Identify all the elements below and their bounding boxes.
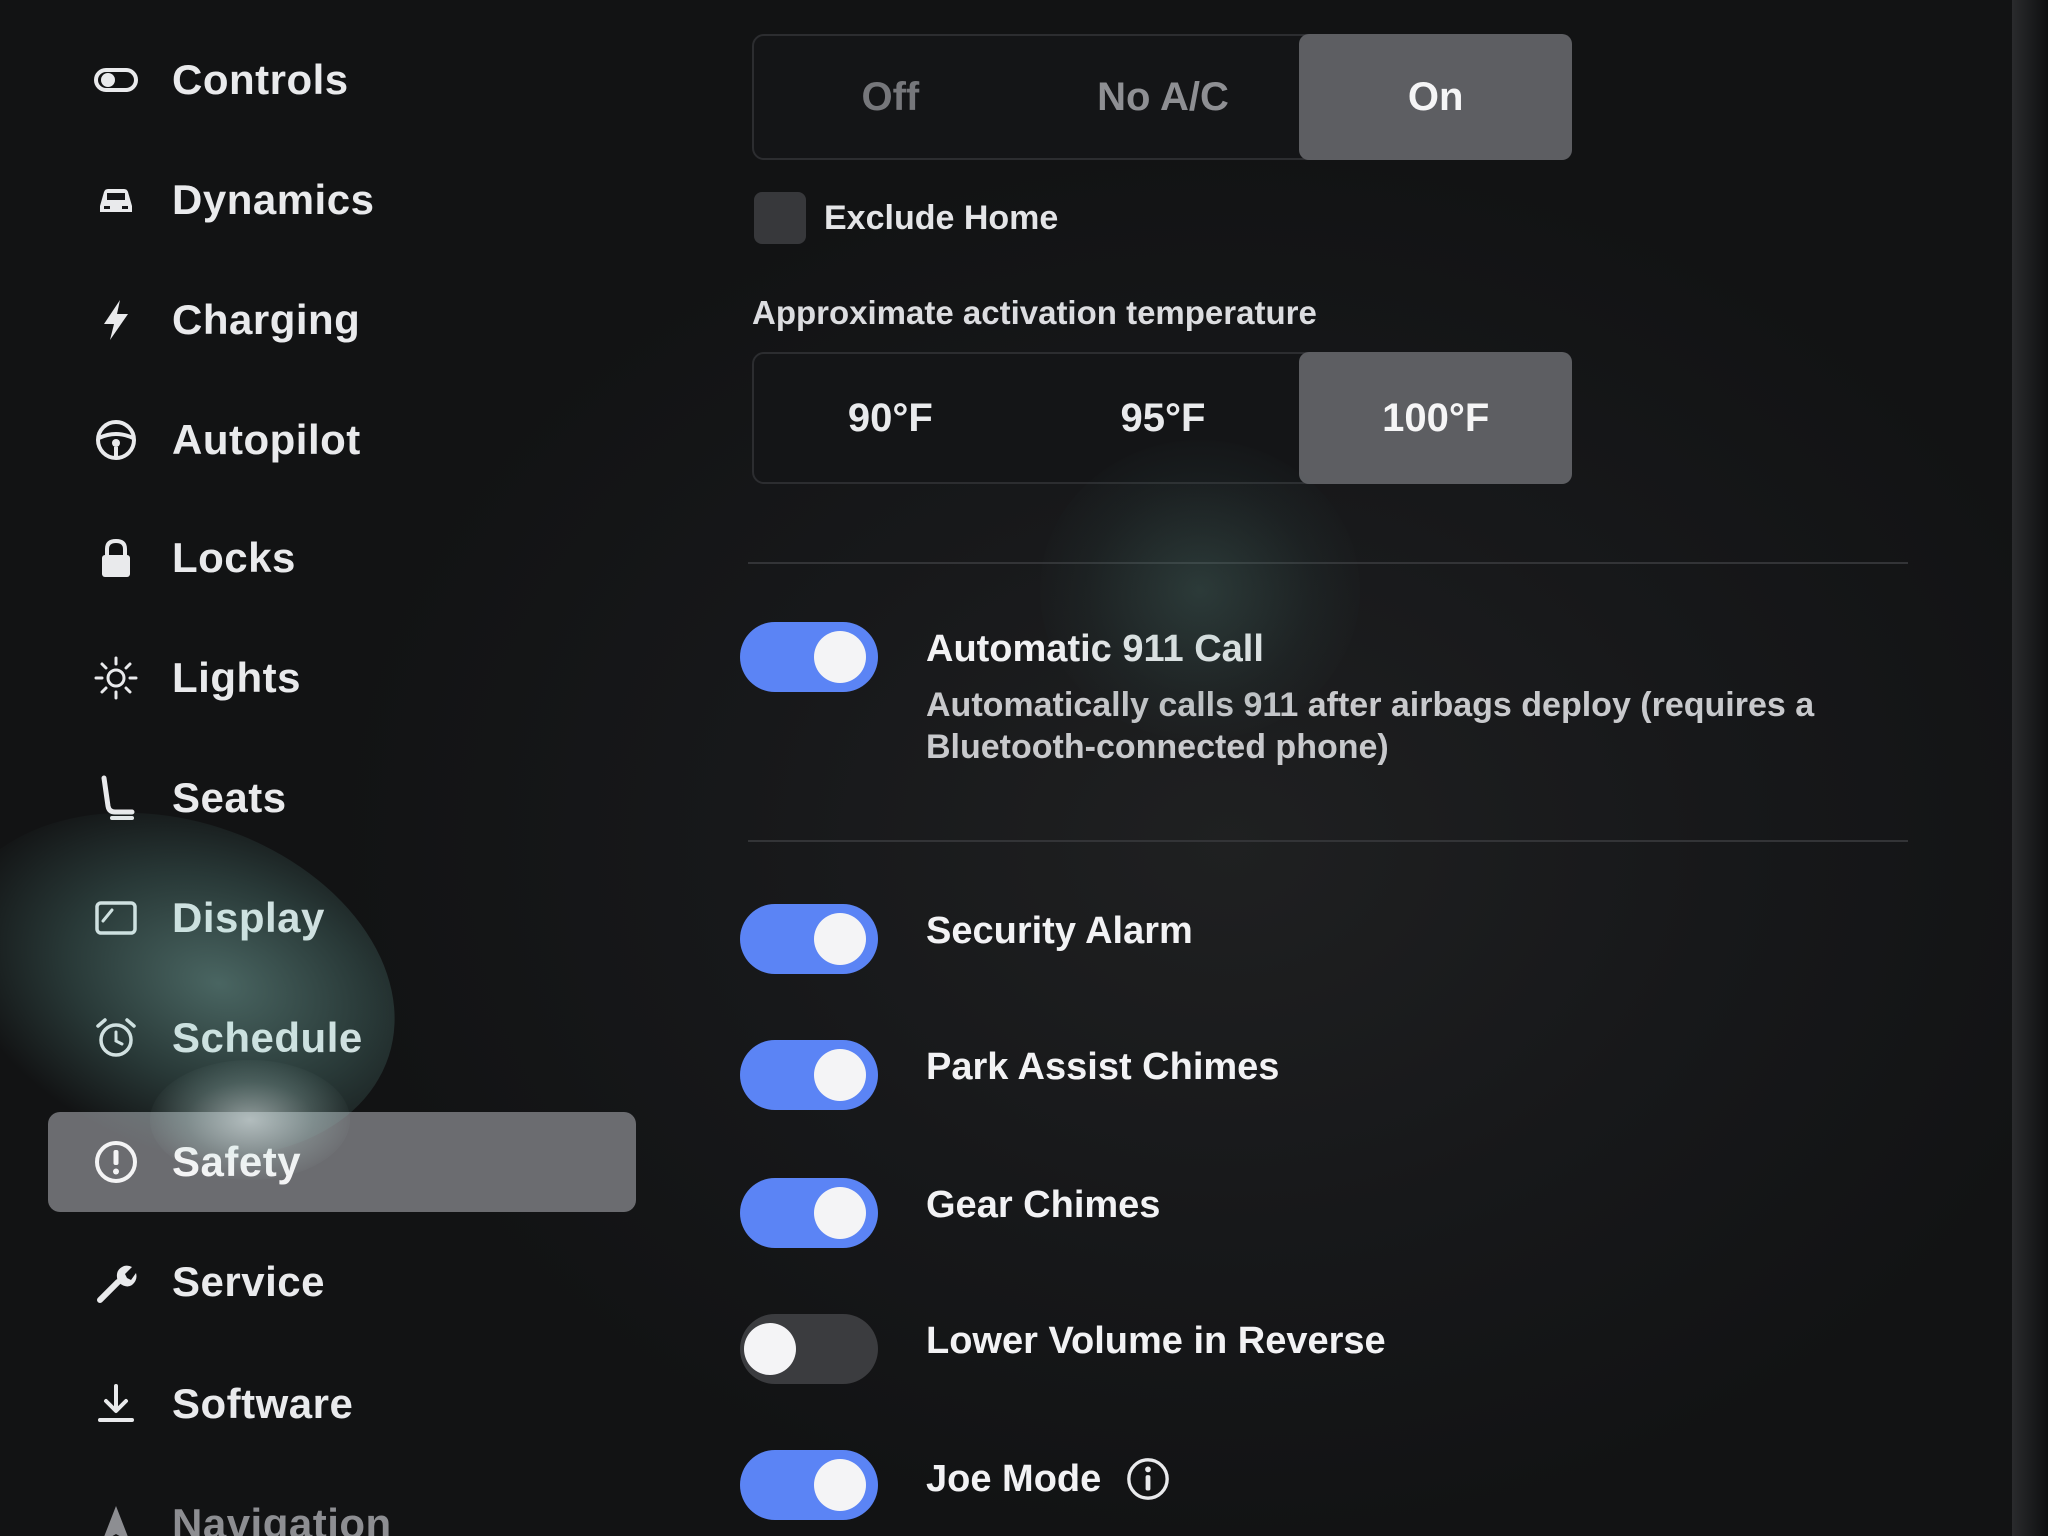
segment-100f[interactable]: 100°F: [1299, 352, 1573, 484]
park-assist-chimes-title: Park Assist Chimes: [926, 1046, 1280, 1088]
sidebar-item-label: Autopilot: [172, 416, 361, 463]
segment-on[interactable]: On: [1299, 34, 1573, 160]
segment-95f[interactable]: 95°F: [1027, 354, 1300, 482]
gear-chimes-toggle[interactable]: [740, 1178, 878, 1248]
lock-icon: [88, 530, 144, 586]
car-icon: [88, 172, 144, 228]
sidebar-item-autopilot[interactable]: Autopilot: [48, 390, 636, 490]
wrench-icon: [88, 1254, 144, 1310]
download-icon: [88, 1376, 144, 1432]
sidebar-item-software[interactable]: Software: [48, 1354, 636, 1454]
joe-mode-toggle[interactable]: [740, 1450, 878, 1520]
steering-wheel-icon: [88, 412, 144, 468]
automatic-911-call-row: Automatic 911 Call Automatically calls 9…: [740, 622, 1920, 772]
sidebar: Controls Dynamics Charging Autopilot Loc: [0, 0, 660, 1536]
activation-temperature-label: Approximate activation temperature: [752, 294, 1317, 331]
sidebar-item-dynamics[interactable]: Dynamics: [48, 150, 636, 250]
park-assist-chimes-toggle[interactable]: [740, 1040, 878, 1110]
toggle-knob: [814, 1049, 866, 1101]
lower-volume-in-reverse-row: Lower Volume in Reverse: [740, 1314, 1920, 1384]
security-alarm-title: Security Alarm: [926, 910, 1193, 952]
automatic-911-call-title: Automatic 911 Call: [926, 628, 1264, 670]
divider: [748, 562, 1908, 564]
sidebar-item-locks[interactable]: Locks: [48, 508, 636, 608]
screen: Controls Dynamics Charging Autopilot Loc: [0, 0, 2048, 1536]
toggle-knob: [814, 631, 866, 683]
sidebar-item-label: Service: [172, 1258, 325, 1305]
toggle-knob: [814, 1459, 866, 1511]
sidebar-item-safety[interactable]: Safety: [48, 1112, 636, 1212]
sidebar-item-label: Dynamics: [172, 176, 375, 223]
sidebar-item-service[interactable]: Service: [48, 1232, 636, 1332]
sidebar-item-display[interactable]: Display: [48, 868, 636, 968]
alarm-clock-icon: [88, 1010, 144, 1066]
segment-90f[interactable]: 90°F: [754, 354, 1027, 482]
exclude-home-row[interactable]: Exclude Home: [754, 192, 1058, 244]
sidebar-item-label: Lights: [172, 654, 301, 701]
screen-bezel: [2012, 0, 2048, 1536]
joe-mode-title: Joe Mode: [926, 1457, 1102, 1500]
sidebar-item-label: Controls: [172, 56, 349, 103]
sidebar-item-charging[interactable]: Charging: [48, 270, 636, 370]
sidebar-item-label: Safety: [172, 1138, 302, 1185]
park-assist-chimes-row: Park Assist Chimes: [740, 1040, 1920, 1110]
activation-temperature-segmented-control: 90°F 95°F 100°F: [752, 352, 1573, 484]
exclude-home-label: Exclude Home: [824, 198, 1059, 237]
sidebar-item-label: Locks: [172, 534, 296, 581]
exclamation-circle-icon: [88, 1134, 144, 1190]
segment-no-ac[interactable]: No A/C: [1027, 36, 1300, 158]
toggle-knob: [814, 913, 866, 965]
toggle-knob: [744, 1323, 796, 1375]
lower-volume-in-reverse-toggle[interactable]: [740, 1314, 878, 1384]
security-alarm-toggle[interactable]: [740, 904, 878, 974]
automatic-911-call-toggle[interactable]: [740, 622, 878, 692]
sidebar-item-label: Seats: [172, 774, 287, 821]
sidebar-item-navigation[interactable]: Navigation: [48, 1474, 636, 1536]
sidebar-item-label: Charging: [172, 296, 361, 343]
settings-panel: Off No A/C On Exclude Home Approximate a…: [740, 0, 1930, 1536]
automatic-911-call-description: Automatically calls 911 after airbags de…: [926, 686, 1815, 766]
sidebar-item-lights[interactable]: Lights: [48, 628, 636, 728]
toggle-icon: [88, 52, 144, 108]
exclude-home-checkbox[interactable]: [754, 192, 806, 244]
lightning-icon: [88, 292, 144, 348]
joe-mode-title-wrap: Joe Mode: [926, 1456, 1171, 1502]
lower-volume-in-reverse-title: Lower Volume in Reverse: [926, 1320, 1386, 1362]
navigation-arrow-icon: [88, 1496, 144, 1536]
divider: [748, 840, 1908, 842]
security-alarm-row: Security Alarm: [740, 904, 1920, 974]
display-icon: [88, 890, 144, 946]
gear-chimes-title: Gear Chimes: [926, 1184, 1161, 1226]
sidebar-item-label: Schedule: [172, 1014, 363, 1061]
toggle-knob: [814, 1187, 866, 1239]
sidebar-item-seats[interactable]: Seats: [48, 748, 636, 848]
seat-icon: [88, 770, 144, 826]
sidebar-item-schedule[interactable]: Schedule: [48, 988, 636, 1088]
sidebar-item-label: Navigation: [172, 1500, 392, 1536]
sidebar-item-controls[interactable]: Controls: [48, 30, 636, 130]
sun-icon: [88, 650, 144, 706]
gear-chimes-row: Gear Chimes: [740, 1178, 1920, 1248]
sidebar-item-label: Display: [172, 894, 325, 941]
joe-mode-row: Joe Mode: [740, 1450, 1920, 1520]
info-icon[interactable]: [1125, 1456, 1171, 1502]
sidebar-item-label: Software: [172, 1380, 354, 1427]
segment-off[interactable]: Off: [754, 36, 1027, 158]
cabin-overheat-segmented-control: Off No A/C On: [752, 34, 1573, 160]
